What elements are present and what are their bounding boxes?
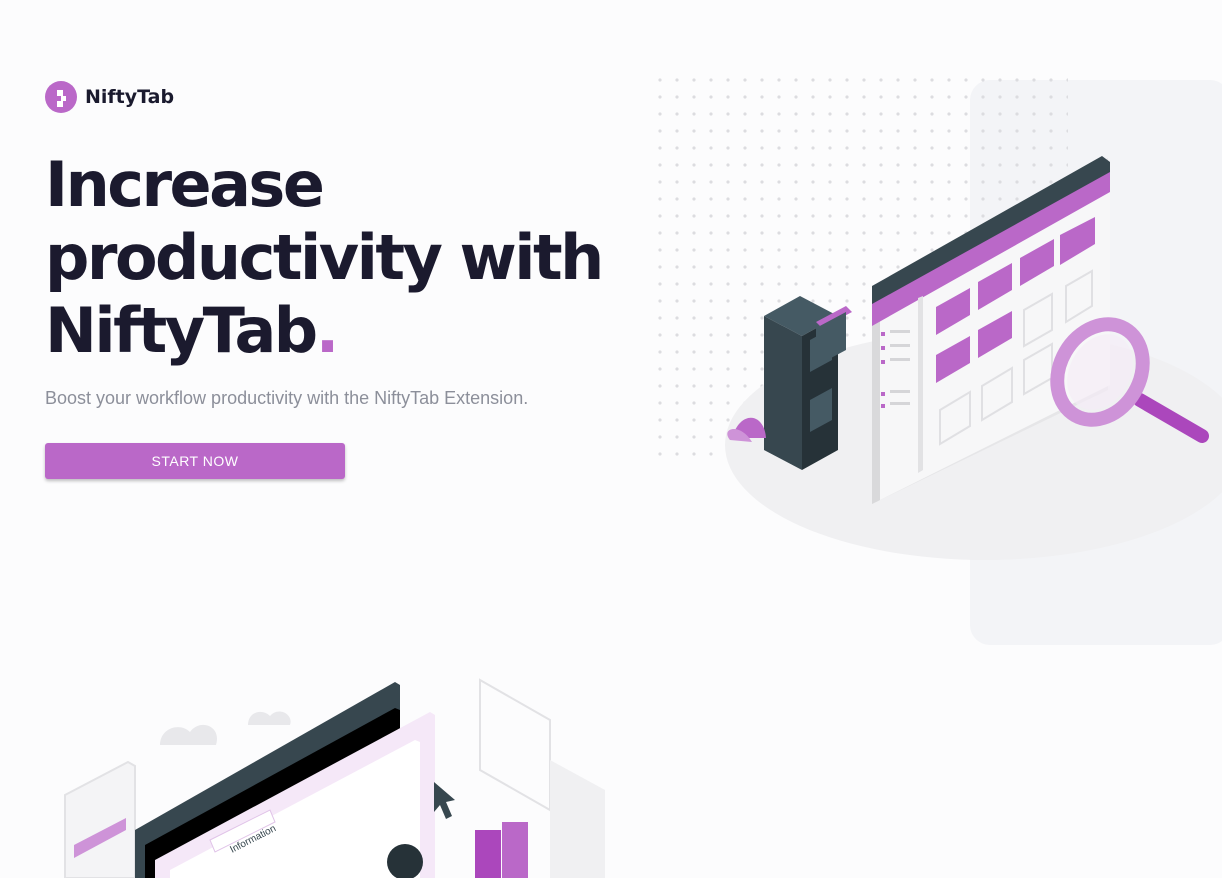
productivity-illustration <box>658 78 1222 645</box>
hero-title: Increase productivity with NiftyTab. <box>45 148 685 367</box>
hero-title-line2: productivity with <box>45 221 604 294</box>
hero-title-dot: . <box>315 294 340 367</box>
hero-subtitle: Boost your workflow productivity with th… <box>45 388 529 408</box>
brand-name: NiftyTab <box>85 86 175 108</box>
niftytab-logo-icon <box>45 81 77 113</box>
hero-title-line3: NiftyTab <box>45 294 318 367</box>
start-now-button[interactable]: START NOW <box>45 443 345 479</box>
information-illustration: Information <box>64 678 605 878</box>
hero-title-line1: Increase <box>45 148 325 221</box>
brand-logo[interactable]: NiftyTab <box>45 81 174 113</box>
